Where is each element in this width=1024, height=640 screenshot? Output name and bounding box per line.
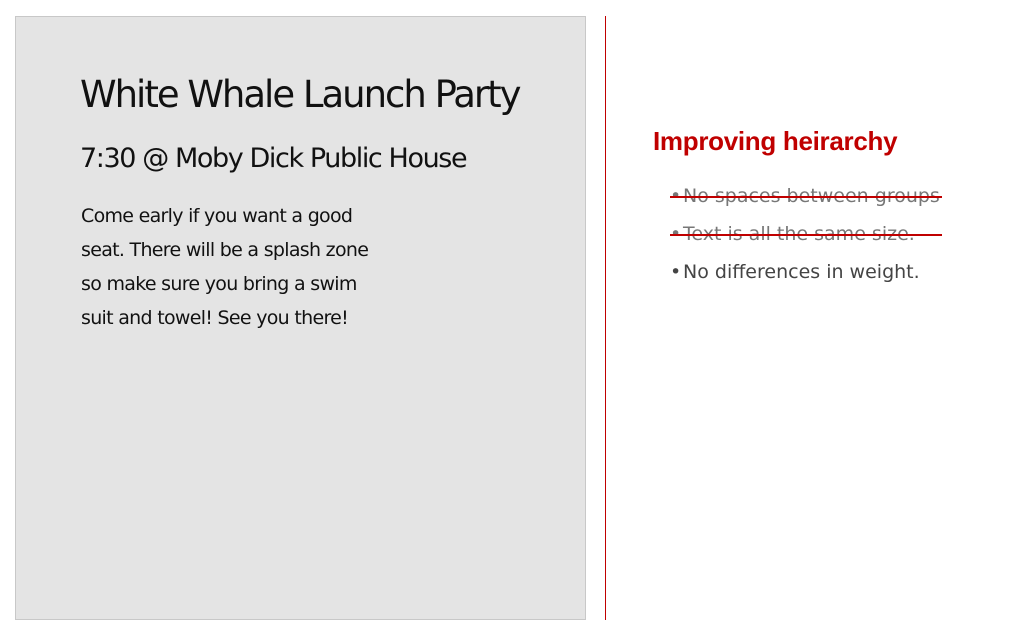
list-item: •Text is all the same size. [670, 218, 942, 256]
slide: White Whale Launch Party 7:30 @ Moby Dic… [0, 0, 1024, 640]
bullet-icon: • [670, 185, 682, 207]
list-item: •No differences in weight. [670, 256, 940, 294]
list-item-text: No differences in weight. [683, 261, 920, 283]
notes-title: Improving heirarchy [653, 126, 898, 156]
event-time-location: 7:30 @ Moby Dick Public House [80, 143, 468, 174]
bullet-icon: • [670, 261, 682, 283]
list-item-text: No spaces between groups [683, 185, 940, 207]
event-card: White Whale Launch Party 7:30 @ Moby Dic… [15, 16, 586, 620]
list-item: •No spaces between groups [670, 180, 942, 218]
event-title: White Whale Launch Party [80, 73, 522, 116]
list-item-text: Text is all the same size. [683, 223, 915, 245]
event-description: Come early if you want a good seat. Ther… [81, 205, 369, 329]
vertical-divider [605, 16, 606, 620]
bullet-icon: • [670, 223, 682, 245]
notes-list: •No spaces between groups •Text is all t… [670, 180, 942, 294]
